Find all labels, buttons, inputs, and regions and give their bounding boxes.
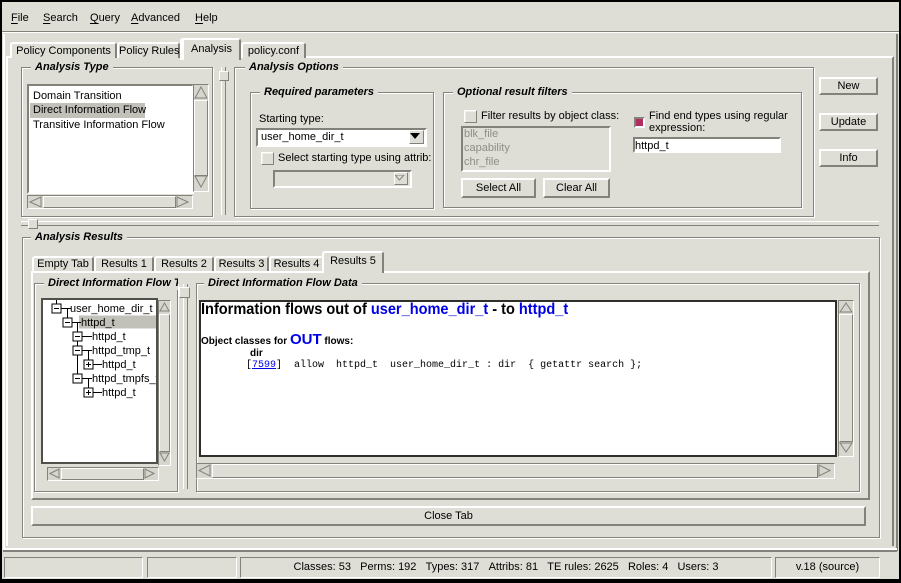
svg-text:httpd_t: httpd_t (102, 387, 136, 399)
svg-text:httpd_tmpfs_t: httpd_tmpfs_t (92, 373, 156, 385)
svg-text:httpd_t: httpd_t (92, 331, 126, 343)
svg-text:httpd_t: httpd_t (81, 317, 115, 329)
svg-text:httpd_tmp_t: httpd_tmp_t (92, 345, 150, 357)
svg-text:user_home_dir_t: user_home_dir_t (70, 303, 153, 315)
svg-text:httpd_t: httpd_t (102, 359, 136, 371)
